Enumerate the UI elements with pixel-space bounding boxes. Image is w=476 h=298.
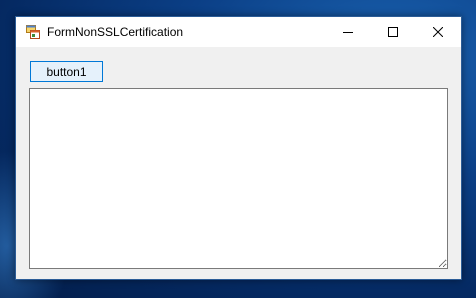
form-client-area: button1 (16, 47, 461, 279)
title-bar[interactable]: FormNonSSLCertification (16, 17, 461, 47)
button1-button[interactable]: button1 (30, 61, 103, 82)
form-window: FormNonSSLCertification button1 (15, 16, 462, 280)
window-title: FormNonSSLCertification (47, 25, 184, 39)
minimize-button[interactable] (325, 17, 370, 47)
maximize-button[interactable] (370, 17, 415, 47)
close-button[interactable] (415, 17, 460, 47)
maximize-icon (387, 27, 398, 37)
form-app-icon[interactable] (26, 25, 40, 39)
minimize-icon (342, 32, 353, 33)
output-textbox[interactable] (29, 88, 448, 269)
close-icon (432, 27, 443, 37)
